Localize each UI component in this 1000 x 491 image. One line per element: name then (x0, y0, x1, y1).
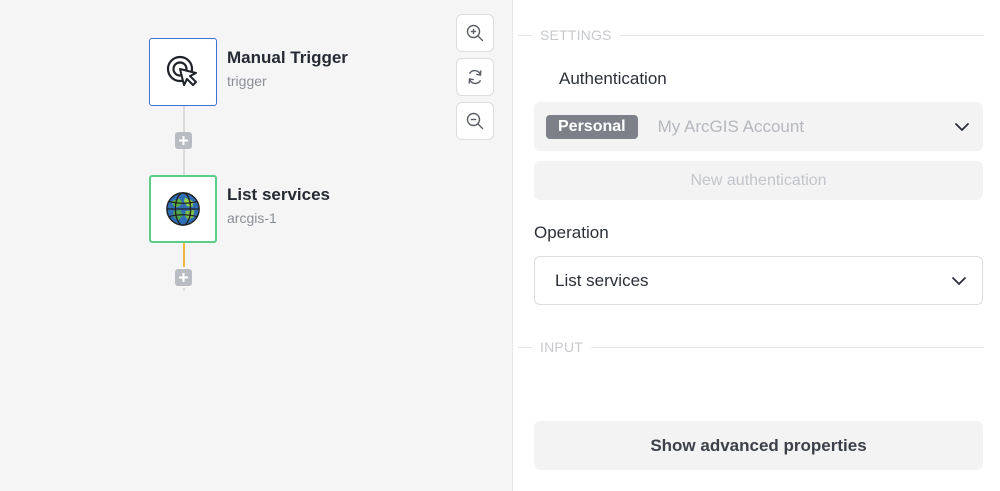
action-node[interactable] (149, 175, 217, 243)
reset-zoom-button[interactable] (456, 58, 494, 96)
action-node-title: List services (227, 185, 331, 204)
connector-line-active (183, 243, 185, 267)
action-node-subtitle: arcgis-1 (227, 210, 277, 226)
input-section-header: INPUT (518, 339, 984, 355)
new-authentication-button[interactable]: New authentication (534, 161, 983, 200)
cursor-click-icon (166, 55, 197, 86)
trigger-node-title: Manual Trigger (227, 48, 348, 67)
settings-section-header: SETTINGS (518, 27, 984, 43)
add-step-button[interactable] (175, 132, 192, 149)
plus-icon (179, 273, 188, 282)
auth-type-badge: Personal (546, 114, 638, 139)
zoom-in-icon (466, 24, 484, 42)
plus-icon (179, 136, 188, 145)
zoom-out-button[interactable] (456, 102, 494, 140)
add-step-button[interactable] (175, 269, 192, 286)
chevron-down-icon (955, 122, 969, 131)
arcgis-globe-icon (166, 192, 200, 226)
operation-label: Operation (534, 223, 609, 242)
authentication-label: Authentication (559, 69, 667, 88)
input-section-label: INPUT (540, 339, 583, 355)
authentication-select[interactable]: Personal My ArcGIS Account (534, 102, 983, 151)
settings-section-label: SETTINGS (540, 27, 612, 43)
show-advanced-properties-button[interactable]: Show advanced properties (534, 421, 983, 470)
auth-account-value: My ArcGIS Account (657, 116, 805, 136)
settings-panel: SETTINGS Authentication Personal My ArcG… (514, 0, 1000, 491)
zoom-out-icon (466, 112, 484, 130)
reset-icon (468, 69, 482, 85)
connector-line (183, 288, 185, 291)
chevron-down-icon (952, 276, 966, 285)
zoom-in-button[interactable] (456, 14, 494, 52)
trigger-node-subtitle: trigger (227, 73, 267, 89)
operation-select[interactable]: List services (534, 256, 983, 305)
workflow-canvas[interactable]: Manual Trigger trigger List services arc… (0, 0, 513, 491)
trigger-node[interactable] (149, 38, 217, 106)
operation-value: List services (555, 270, 649, 290)
